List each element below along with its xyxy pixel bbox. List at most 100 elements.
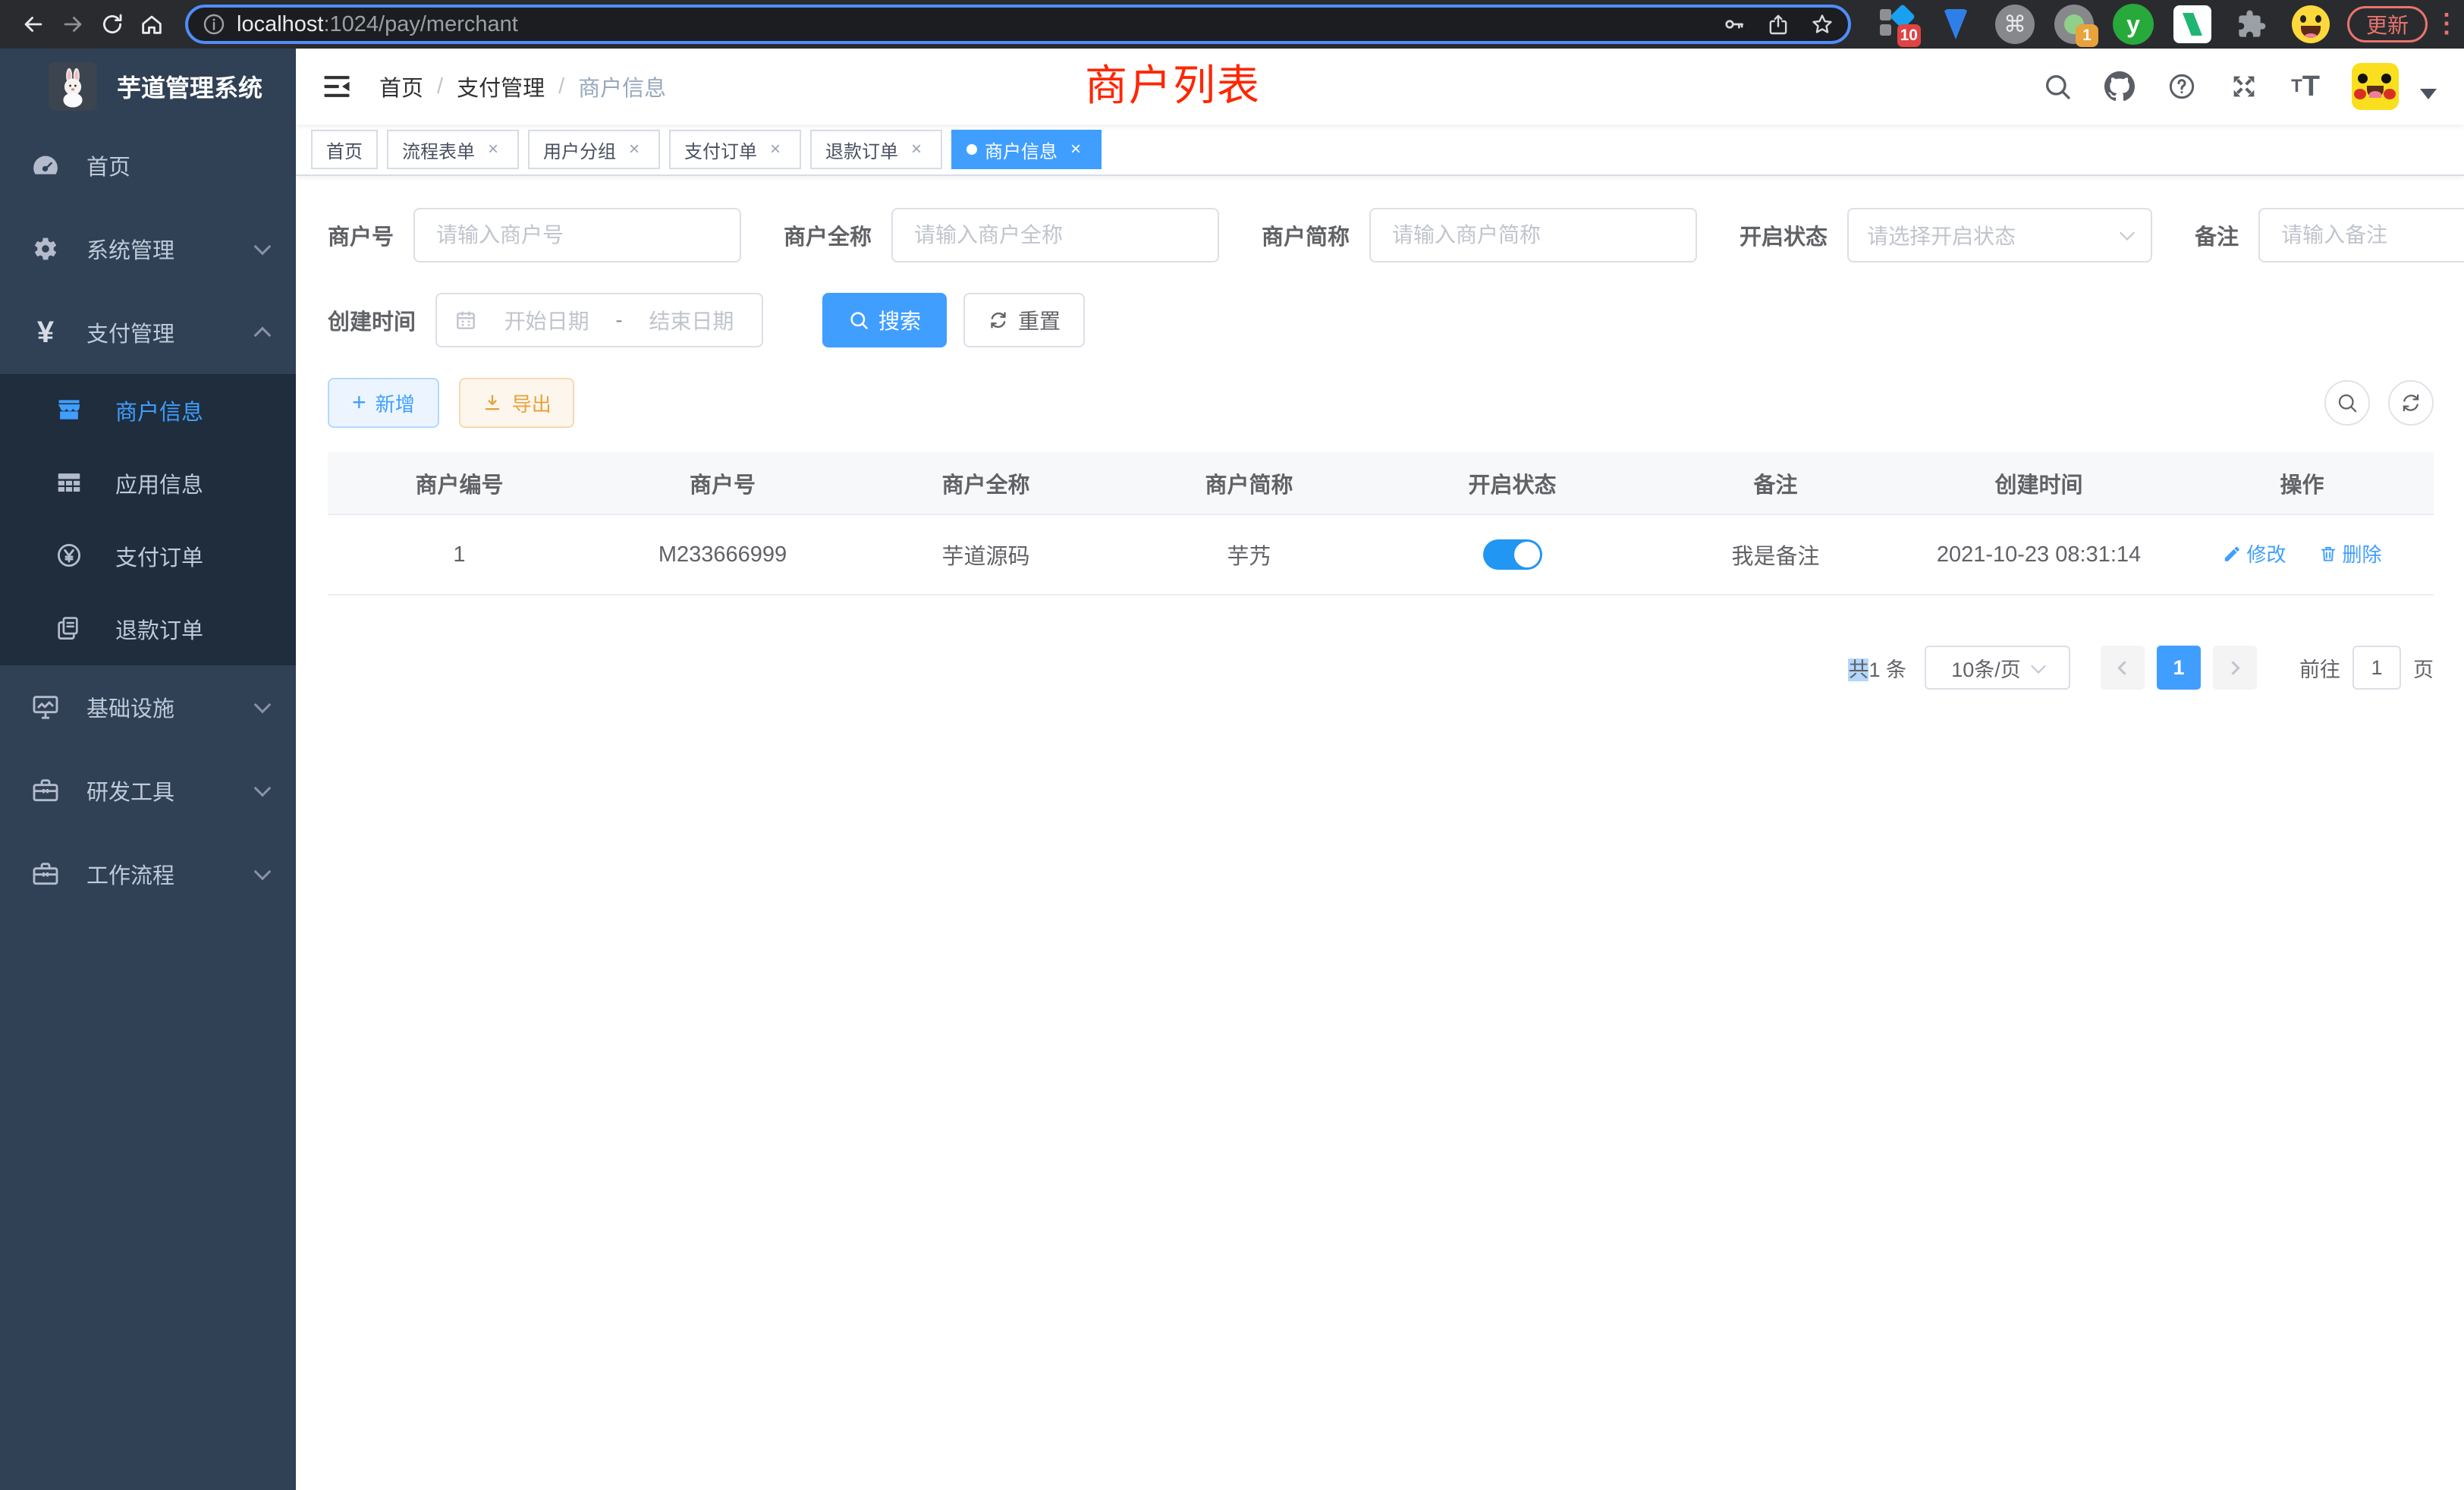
tab-merchant-info[interactable]: 商户信息 [951,130,1102,169]
export-button[interactable]: 导出 [459,378,574,428]
breadcrumb-payment[interactable]: 支付管理 [457,71,545,102]
sidebar-item-payment[interactable]: 支付管理 [0,291,296,374]
github-button[interactable] [2104,71,2135,102]
extensions-tray: 10 ⌘ 1 y [1875,3,2332,46]
tab-pay-order[interactable]: 支付订单 [669,130,801,169]
plus-icon [352,390,366,416]
share-icon[interactable] [1766,12,1790,36]
toolbox-icon [29,774,62,807]
start-date-placeholder[interactable]: 开始日期 [493,305,600,335]
tab-refund-order[interactable]: 退款订单 [810,130,942,169]
fullscreen-icon [2229,71,2259,102]
status-toggle[interactable] [1483,539,1542,570]
edit-link[interactable]: 修改 [2222,539,2286,567]
refresh-icon [988,310,1009,331]
rabbit-avatar [49,62,97,111]
browser-update-button[interactable]: 更新 [2347,6,2428,42]
sidebar-item-app-info[interactable]: 应用信息 [0,447,296,520]
extension-notes-icon[interactable] [2171,3,2214,46]
toggle-search-button[interactable] [2324,380,2370,426]
date-range-picker[interactable]: 开始日期 - 结束日期 [435,293,763,347]
sidebar-item-home[interactable]: 首页 [0,124,296,207]
tab-home[interactable]: 首页 [311,130,378,169]
close-icon[interactable] [906,139,927,160]
extension-command-icon[interactable]: ⌘ [1994,3,2036,46]
breadcrumb-home[interactable]: 首页 [379,71,423,102]
add-button[interactable]: 新增 [328,378,439,428]
sidebar-item-system[interactable]: 系统管理 [0,207,296,291]
star-bookmark-icon[interactable] [1810,12,1834,36]
extension-emoji-icon[interactable] [2290,3,2332,46]
goto-page-input[interactable] [2352,646,2401,690]
search-submit-button[interactable]: 搜索 [822,293,947,347]
user-dropdown-caret[interactable] [2420,89,2437,99]
search-button[interactable] [2042,71,2073,102]
pagination-total: 共1 条 [1848,653,1906,683]
page-number-1[interactable]: 1 [2157,646,2201,690]
extension-proxy-icon[interactable]: 1 [2053,3,2095,46]
reload-icon [99,11,125,37]
sidebar-item-dev-tools[interactable]: 研发工具 [0,749,296,832]
tab-user-group[interactable]: 用户分组 [528,130,660,169]
breadcrumb-current: 商户信息 [578,71,666,102]
filter-status: 开启状态 请选择开启状态 [1740,208,2152,262]
filter-row-2: 创建时间 开始日期 - 结束日期 搜索 重置 [328,293,2434,347]
browser-reload-button[interactable] [93,5,132,44]
short-name-input[interactable] [1369,208,1697,262]
back-icon [20,11,46,37]
filter-full-name: 商户全称 [784,208,1219,262]
sidebar-item-infrastructure[interactable]: 基础设施 [0,665,296,749]
filter-row-1: 商户号 商户全称 商户简称 开启状态 请选择开启状态 [328,208,2434,262]
fullscreen-button[interactable] [2229,71,2259,102]
close-icon[interactable] [765,139,786,160]
prev-page-button[interactable] [2101,646,2145,690]
sidebar-item-refund-order[interactable]: 退款订单 [0,593,296,665]
reset-button[interactable]: 重置 [963,293,1085,347]
delete-link[interactable]: 删除 [2318,539,2382,567]
close-icon[interactable] [482,139,504,160]
grid-icon [55,468,85,498]
extension-sketch-icon[interactable]: 10 [1875,3,1918,46]
browser-back-button[interactable] [14,5,53,44]
edit-icon [2222,544,2242,564]
extension-y-icon[interactable]: y [2112,3,2154,46]
end-date-placeholder[interactable]: 结束日期 [638,305,745,335]
merchant-no-input[interactable] [413,208,741,262]
merchant-table: 商户编号 商户号 商户全称 商户简称 开启状态 备注 创建时间 操作 1 M23… [328,452,2434,596]
user-avatar[interactable] [2352,63,2399,110]
sidebar-item-workflow[interactable]: 工作流程 [0,832,296,916]
chevron-down-icon [2120,225,2135,240]
full-name-input[interactable] [891,208,1219,262]
page-size-select[interactable]: 10条/页 [1925,646,2070,690]
chevron-right-icon [2226,661,2239,674]
sidebar-item-merchant-info[interactable]: 商户信息 [0,374,296,447]
sidebar-collapse-button[interactable] [320,70,354,103]
app-logo[interactable]: 芋道管理系统 [0,49,296,124]
top-navbar: 首页 / 支付管理 / 商户信息 商户列表 [296,49,2464,124]
pagination: 共1 条 10条/页 1 前往 页 [328,646,2434,690]
close-icon[interactable] [624,139,645,160]
next-page-button[interactable] [2213,646,2257,690]
font-size-button[interactable] [2291,71,2320,103]
refresh-table-button[interactable] [2388,380,2434,426]
sidebar-item-pay-order[interactable]: 支付订单 [0,520,296,593]
trash-icon [2318,544,2338,564]
tab-process-form[interactable]: 流程表单 [387,130,519,169]
extension-puzzle-icon[interactable] [2230,3,2273,46]
key-icon[interactable] [1722,12,1746,36]
address-bar[interactable]: localhost:1024/pay/merchant [185,5,1851,44]
url-host: localhost [237,12,323,36]
status-select[interactable]: 请选择开启状态 [1847,208,2152,262]
document-copy-icon [55,614,85,644]
browser-home-button[interactable] [132,5,171,44]
browser-forward-button[interactable] [53,5,93,44]
chevron-down-icon [254,238,272,256]
help-button[interactable] [2167,71,2197,102]
extension-gem-icon[interactable] [1934,3,1977,46]
cell-operations: 修改 删除 [2170,514,2434,595]
close-icon[interactable] [1065,139,1086,160]
cell-remark: 我是备注 [1644,514,1907,595]
question-circle-icon [2167,71,2197,102]
browser-menu-icon[interactable]: ⋮ [2434,16,2450,32]
remark-input[interactable] [2258,208,2464,262]
